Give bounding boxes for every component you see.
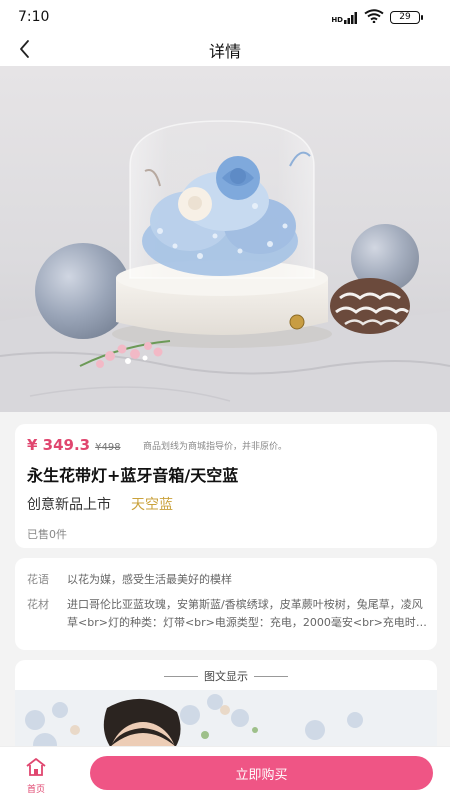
product-title: 永生花带灯+蓝牙音箱/天空蓝 xyxy=(27,466,239,485)
flower-meaning-row: 花语 以花为媒，感受生活最美好的模样 xyxy=(27,572,427,588)
flower-meaning-label: 花语 xyxy=(27,573,49,586)
product-info-card: ¥ 349.3 ¥498 商品划线为商城指导价，并非原价。 永生花带灯+蓝牙音箱… xyxy=(15,424,437,548)
detail-title: 图文显示 xyxy=(204,670,248,683)
home-tab-label: 首页 xyxy=(26,785,45,795)
status-time: 7:10 xyxy=(18,9,50,25)
battery-icon: 29 xyxy=(390,11,423,24)
flower-meaning-value: 以花为媒，感受生活最美好的模样 xyxy=(67,573,232,586)
wifi-icon xyxy=(364,8,384,27)
status-icons: HD 29 xyxy=(331,8,423,27)
tag-new-release: 创意新品上市 xyxy=(27,497,111,513)
detail-header: 图文显示 xyxy=(15,668,437,684)
home-icon xyxy=(26,758,46,776)
signal-label: HD xyxy=(331,15,343,24)
current-price: ¥ 349.3 xyxy=(27,436,91,454)
original-price: ¥498 xyxy=(95,442,121,453)
tag-row: 创意新品上市 天空蓝 xyxy=(27,494,173,514)
flower-material-value: 进口哥伦比亚蓝玫瑰，安第斯蓝/香槟绣球，皮革蕨叶桉树，兔尾草，凌风草<br>灯的… xyxy=(67,598,423,629)
product-image xyxy=(0,66,450,412)
buy-now-button[interactable]: 立即购买 xyxy=(90,756,433,790)
divider xyxy=(164,675,198,677)
divider xyxy=(254,675,288,677)
flower-material-row: 花材 进口哥伦比亚蓝玫瑰，安第斯蓝/香槟绣球，皮革蕨叶桉树，兔尾草，凌风草<br… xyxy=(27,596,427,632)
flower-info-card: 花语 以花为媒，感受生活最美好的模样 花材 进口哥伦比亚蓝玫瑰，安第斯蓝/香槟绣… xyxy=(15,558,437,650)
flower-material-label: 花材 xyxy=(27,598,49,611)
home-tab[interactable]: 首页 xyxy=(18,757,54,795)
price-note: 商品划线为商城指导价，并非原价。 xyxy=(143,442,288,452)
sold-count: 已售0件 xyxy=(27,528,67,541)
tag-color: 天空蓝 xyxy=(131,497,173,513)
cellular-signal-icon: HD xyxy=(331,11,358,24)
nav-bar: 详情 xyxy=(0,32,450,66)
bottom-bar: 首页 立即购买 xyxy=(0,746,450,800)
price-row: ¥ 349.3 ¥498 xyxy=(27,436,121,454)
page-title: 详情 xyxy=(208,42,241,61)
status-bar: 7:10 HD 29 xyxy=(0,0,450,32)
